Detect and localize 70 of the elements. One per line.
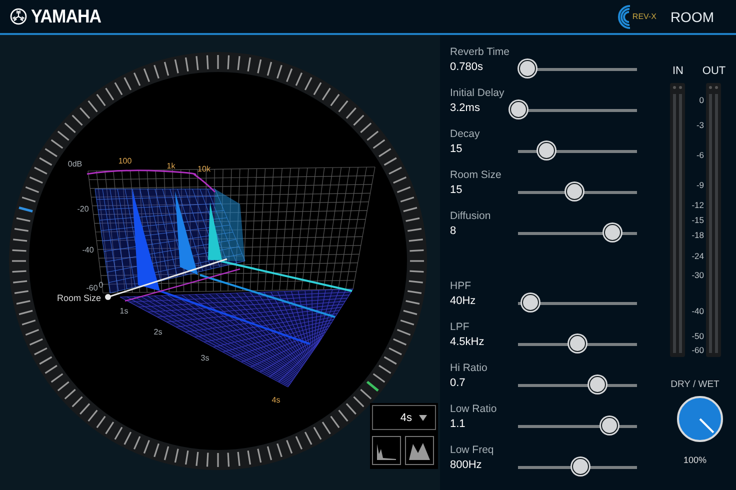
- meter-scale-label: -24: [692, 251, 704, 261]
- brand-name: YAMAHA: [31, 6, 102, 28]
- parameter-label: Initial Delay: [450, 87, 506, 101]
- parameter-value: 4.5kHz: [450, 336, 486, 350]
- spectrum-view-button[interactable]: [405, 436, 434, 465]
- axis-label: 4s: [272, 396, 280, 404]
- parameter-label: Low Ratio: [450, 403, 498, 417]
- parameter-label: Decay: [450, 128, 481, 142]
- meter-scale-label: -6: [696, 150, 704, 160]
- parameter-value: 800Hz: [450, 459, 483, 473]
- slider-thumb[interactable]: [568, 335, 586, 352]
- impulse-view-button[interactable]: [372, 436, 401, 465]
- parameter-value: 15: [450, 184, 464, 198]
- emblem-icon: [10, 8, 27, 25]
- parameter-label: Low Freq: [450, 444, 495, 458]
- dry-wet-knob[interactable]: [677, 396, 723, 442]
- axis-label: 1s: [120, 306, 128, 316]
- axis-label: -60: [86, 284, 98, 292]
- parameter-label: LPF: [450, 321, 470, 335]
- meter-scale-label: -40: [692, 306, 704, 316]
- meter-label: IN: [672, 65, 684, 77]
- time-range-dropdown[interactable]: 4s: [372, 405, 436, 430]
- axis-label: 0dB: [68, 160, 82, 168]
- meter-scale-label: -3: [696, 120, 704, 130]
- parameter-label: Diffusion: [450, 210, 492, 224]
- meter-scale-label: -60: [692, 345, 704, 355]
- slider-thumb[interactable]: [572, 458, 590, 475]
- meter-scale-label: -15: [692, 215, 704, 225]
- axis-label: 10k: [198, 164, 210, 174]
- meter-scale-label: -12: [692, 200, 704, 210]
- parameter-value: 40Hz: [450, 295, 477, 309]
- decay-peak: [208, 202, 222, 260]
- meter-scale-label: -18: [692, 230, 704, 240]
- meter-scale-label: 0: [699, 95, 704, 105]
- parameter-value: 8: [450, 225, 458, 239]
- swirl-icon: [615, 4, 632, 30]
- parameter-label: HPF: [450, 280, 472, 294]
- slider-thumb[interactable]: [538, 142, 555, 159]
- axis-label: 1k: [166, 162, 176, 170]
- axis-label: 2s: [154, 328, 162, 336]
- axis-label: -40: [82, 246, 94, 254]
- axis-label: -20: [77, 204, 89, 214]
- axis-label: 100: [118, 156, 132, 166]
- slider-thumb[interactable]: [522, 294, 540, 311]
- axis-label: 3s: [200, 354, 210, 362]
- axis-label: 0: [98, 280, 104, 290]
- slider-thumb[interactable]: [588, 376, 606, 393]
- slider-thumb[interactable]: [510, 101, 528, 118]
- product-name: REV-X: [632, 12, 656, 21]
- meter-label: OUT: [702, 65, 726, 77]
- parameter-value: 3.2ms: [450, 102, 481, 116]
- meter-scale-label: -50: [692, 331, 704, 341]
- meter-scale-label: -9: [696, 180, 704, 190]
- slider-thumb[interactable]: [518, 60, 536, 77]
- parameter-value: 0.780s: [450, 61, 484, 75]
- slider-thumb[interactable]: [604, 224, 622, 241]
- mix-label: DRY / WET: [670, 379, 720, 390]
- program-title: ROOM: [670, 8, 714, 24]
- axis-label: Room Size: [56, 293, 101, 303]
- slider-thumb[interactable]: [600, 417, 618, 434]
- parameter-value: 0.7: [450, 377, 466, 391]
- parameter-label: Hi Ratio: [450, 362, 488, 376]
- slider-thumb[interactable]: [566, 183, 584, 200]
- parameter-value: 1.1: [450, 418, 466, 432]
- parameter-label: Reverb Time: [450, 46, 511, 60]
- parameter-label: Room Size: [450, 169, 502, 183]
- caret-icon: [419, 414, 427, 420]
- mix-reading: 100%: [683, 455, 707, 465]
- meter-scale-label: -30: [692, 270, 704, 280]
- parameter-value: 15: [450, 143, 464, 157]
